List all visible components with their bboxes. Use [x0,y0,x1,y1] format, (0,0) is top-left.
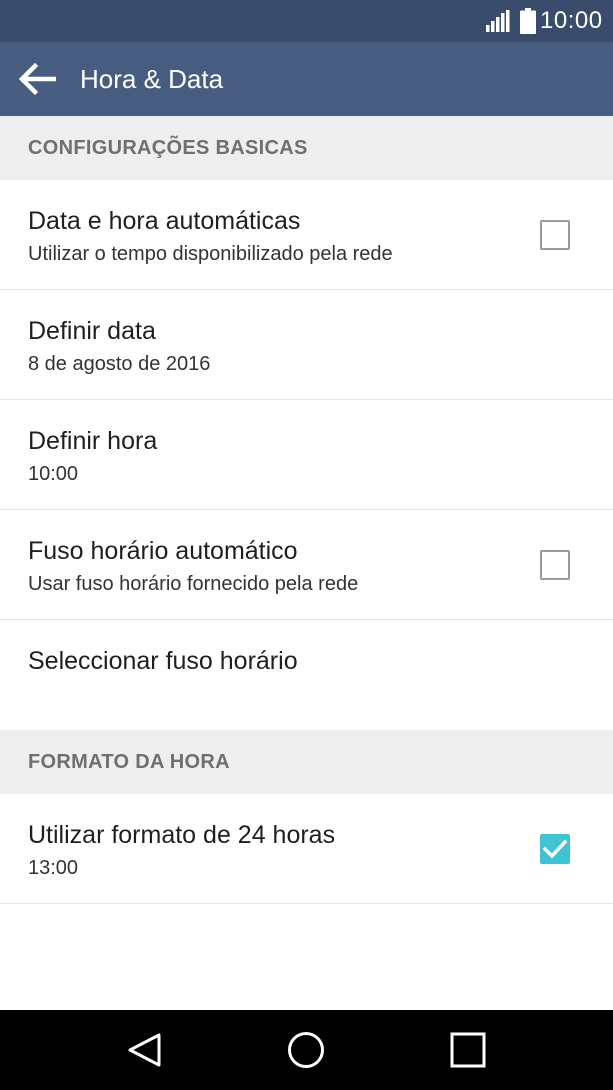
section-header-time-format: FORMATO DA HORA [0,730,613,794]
auto-time-zone-checkbox[interactable] [540,550,570,580]
arrow-back-icon[interactable] [18,62,56,96]
signal-icon [486,10,510,32]
page-title: Hora & Data [80,64,224,94]
setting-subtitle: Usar fuso horário fornecido pela rede [28,573,359,595]
setting-auto-time-zone[interactable]: Fuso horário automático Usar fuso horári… [0,510,613,620]
section-header-basic-settings: CONFIGURAÇÕES BASICAS [0,116,613,180]
auto-date-time-checkbox[interactable] [540,220,570,250]
setting-title: Definir hora [28,427,158,455]
nav-back-icon[interactable] [125,1030,165,1070]
setting-title: Utilizar formato de 24 horas [28,821,336,849]
setting-set-time[interactable]: Definir hora 10:00 [0,400,613,510]
setting-subtitle: 10:00 [28,463,79,485]
setting-auto-date-time[interactable]: Data e hora automáticas Utilizar o tempo… [0,180,613,290]
battery-icon [520,8,536,34]
setting-subtitle: Utilizar o tempo disponibilizado pela re… [28,243,393,265]
setting-set-date[interactable]: Definir data 8 de agosto de 2016 [0,290,613,400]
setting-title: Definir data [28,317,156,345]
setting-title: Fuso horário automático [28,537,298,565]
check-icon [543,839,567,859]
status-bar: 10:00 [0,0,613,42]
setting-title: Seleccionar fuso horário [28,647,298,675]
app-bar: Hora & Data [0,42,613,116]
nav-home-icon[interactable] [286,1030,326,1070]
status-time: 10:00 [540,7,603,34]
navigation-bar [0,1010,613,1090]
setting-select-time-zone[interactable]: Seleccionar fuso horário [0,620,613,730]
nav-recents-icon[interactable] [448,1030,488,1070]
24-hour-format-checkbox[interactable] [540,834,570,864]
setting-24-hour-format[interactable]: Utilizar formato de 24 horas 13:00 [0,794,613,904]
setting-subtitle: 8 de agosto de 2016 [28,353,211,375]
setting-subtitle: 13:00 [28,857,79,879]
setting-title: Data e hora automáticas [28,207,301,235]
